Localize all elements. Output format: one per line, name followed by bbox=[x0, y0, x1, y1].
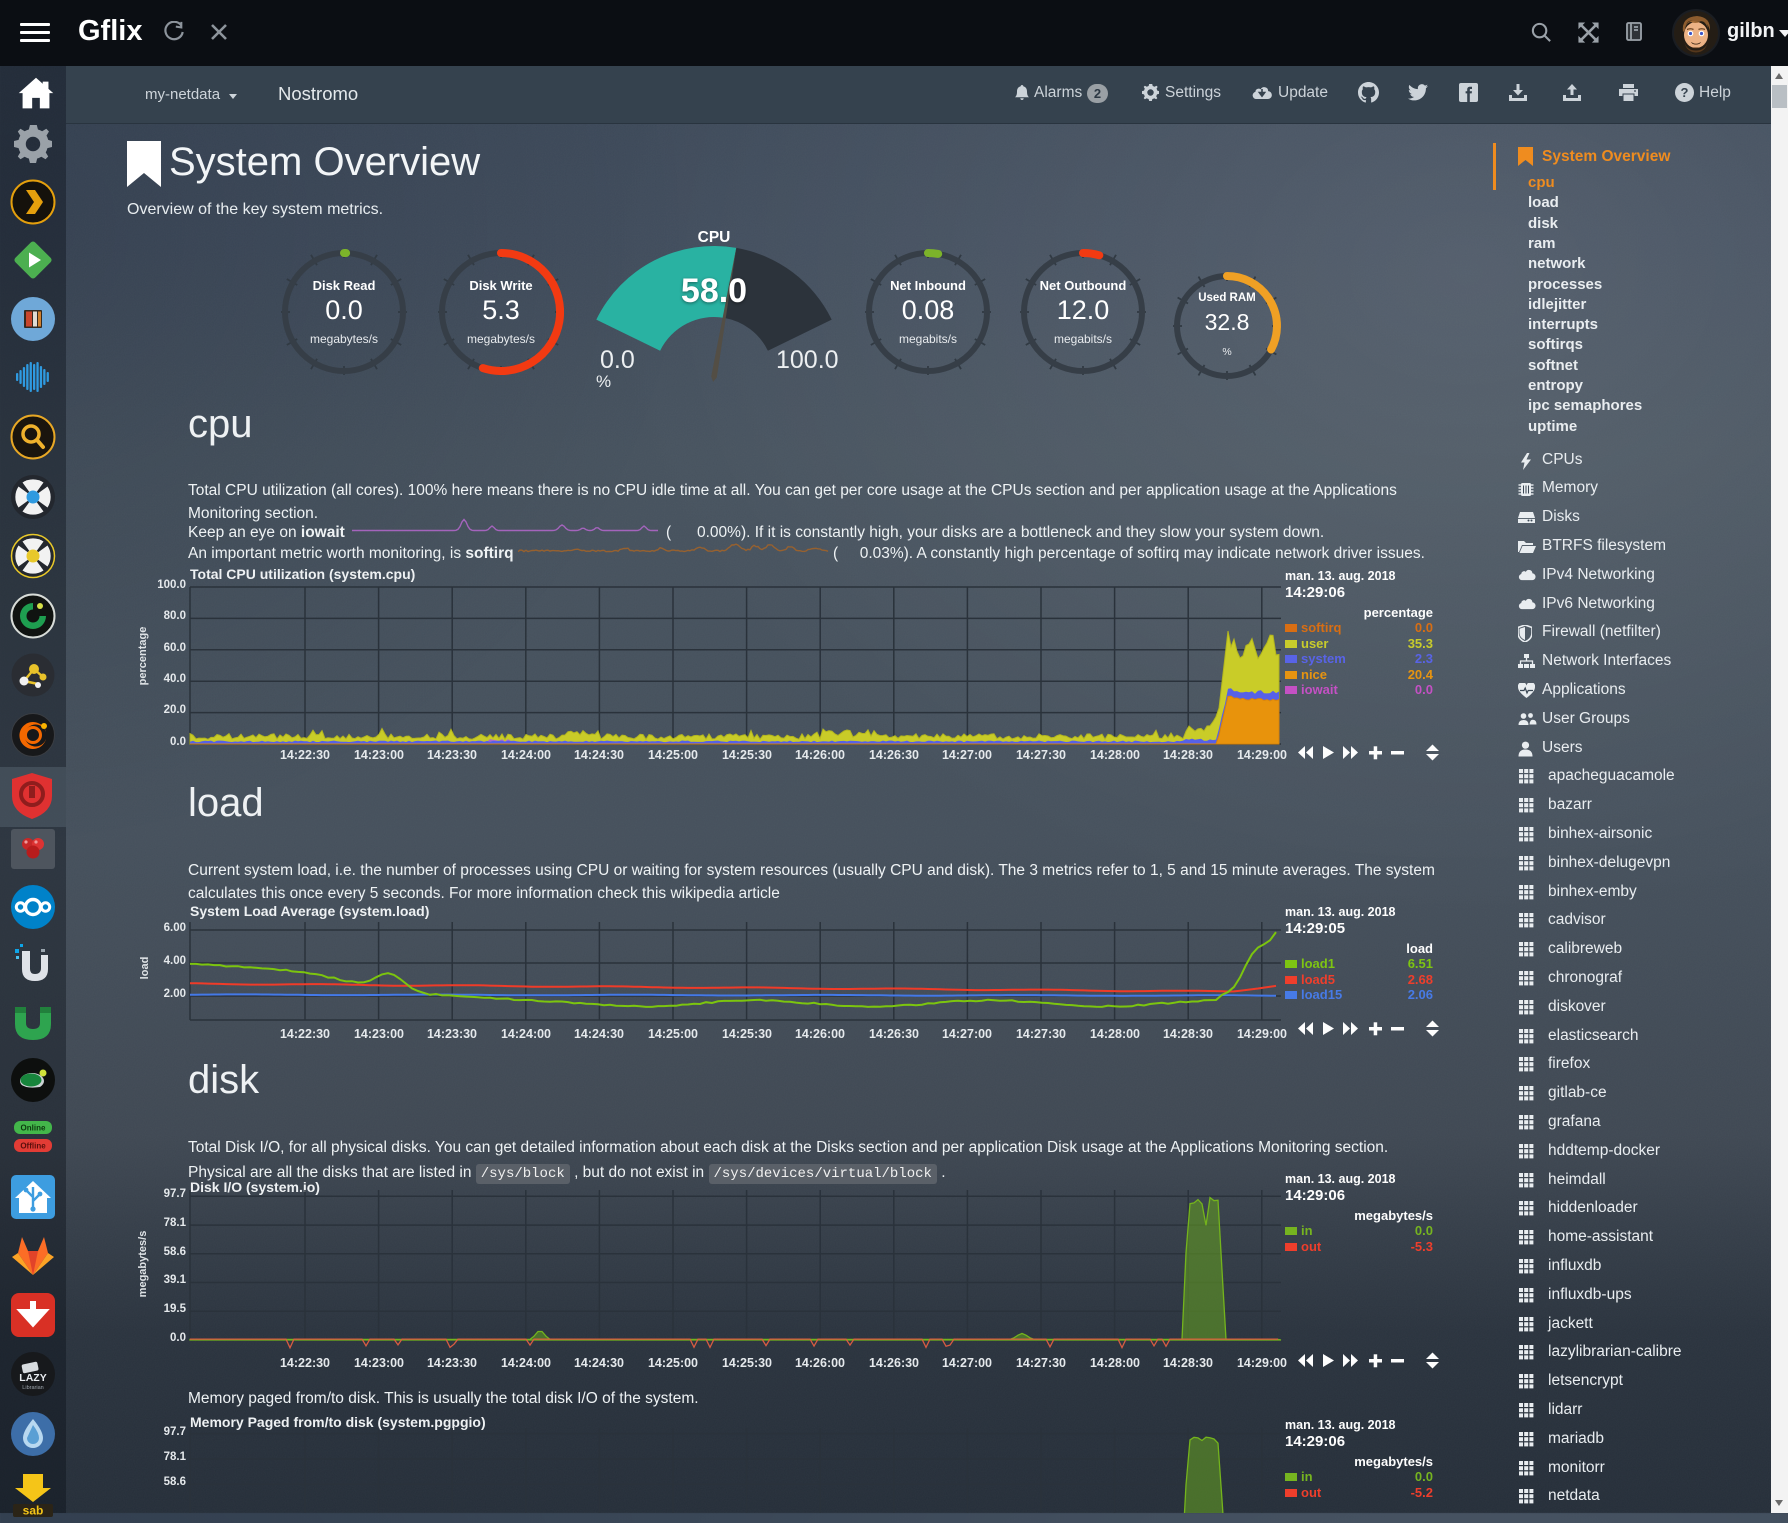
svg-text:sab: sab bbox=[23, 1504, 44, 1518]
svg-text:Librarian: Librarian bbox=[22, 1385, 43, 1391]
svg-text:?: ? bbox=[1681, 85, 1689, 100]
svg-text:LAZY: LAZY bbox=[19, 1372, 46, 1384]
svg-text:Online: Online bbox=[21, 1124, 46, 1133]
svg-text:Offline: Offline bbox=[20, 1142, 46, 1151]
